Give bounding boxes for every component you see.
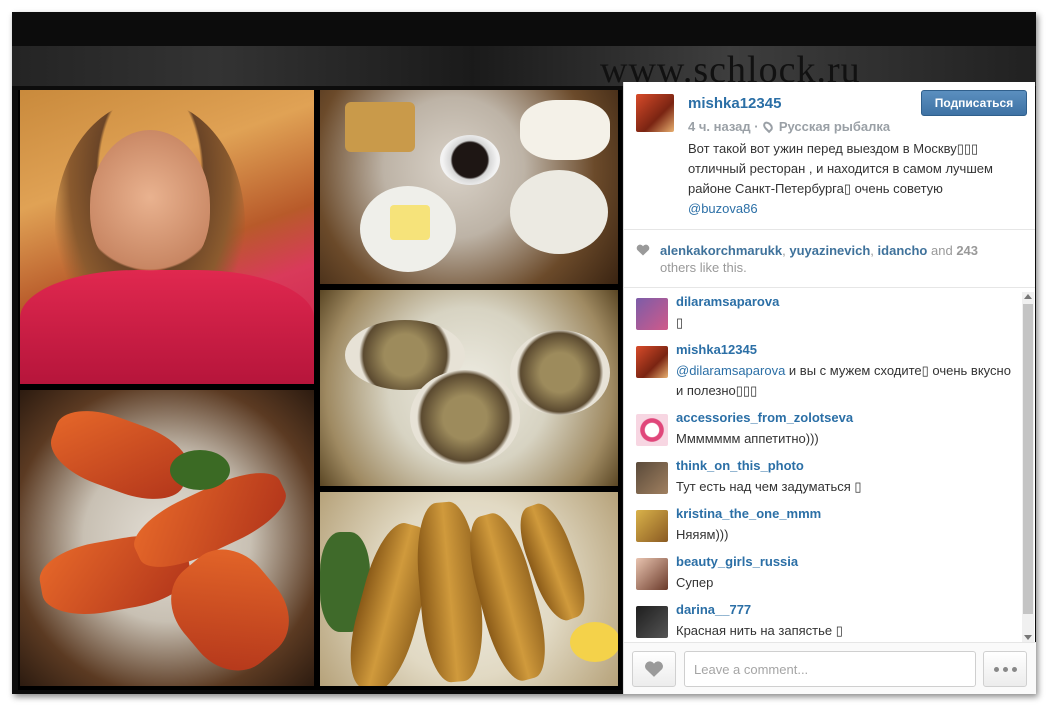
heart-icon [645,661,663,677]
comment-text: Няяям))) [676,527,729,542]
likes-count[interactable]: 243 [956,243,978,258]
commenter-username[interactable]: think_on_this_photo [676,458,804,473]
post-side-panel: mishka12345 Подписаться 4 ч. назад · Рус… [623,82,1036,694]
post-header: mishka12345 Подписаться 4 ч. назад · Рус… [624,82,1035,230]
comment-text: ▯ [676,315,684,330]
commenter-avatar[interactable] [636,346,668,378]
commenter-username[interactable]: kristina_the_one_mmm [676,506,821,521]
more-options-button[interactable] [983,651,1027,687]
caption-text: Вот такой вот ужин перед выездом в Москв… [688,141,993,196]
liker-link[interactable]: yuyazinevich [789,243,870,258]
photo-tile-caviar [320,90,618,284]
commenter-username[interactable]: beauty_girls_russia [676,554,798,569]
photo-tile-crayfish [20,390,314,686]
background-strip [12,46,1036,86]
likes-and: and [931,243,953,258]
photo-tile-oysters [320,290,618,486]
comment-text: Тут есть над чем задуматься ▯ [676,479,862,494]
author-username[interactable]: mishka12345 [688,95,781,112]
comment-footer [624,642,1036,694]
commenter-username[interactable]: mishka12345 [676,342,757,357]
post-location[interactable]: Русская рыбалка [779,119,890,134]
commenter-avatar[interactable] [636,558,668,590]
commenter-avatar[interactable] [636,510,668,542]
comments-list[interactable]: dilaramsaparova ▯ mishka12345 @dilaramsa… [624,288,1036,642]
comments-scrollbar[interactable] [1022,292,1034,642]
like-button[interactable] [632,651,676,687]
comment-text: Супер [676,575,714,590]
scroll-up-arrow-icon[interactable] [1024,294,1032,299]
commenter-username[interactable]: darina__777 [676,602,751,617]
likes-text: alenkakorchmarukk, yuyazinevich, idancho… [660,243,979,275]
scrollbar-thumb[interactable] [1023,304,1033,614]
comment-text: @dilaramsaparova и вы с мужем сходите▯ о… [676,361,1016,401]
likes-suffix: others like this. [660,260,747,275]
photo-tile-fish [320,492,618,686]
commenter-avatar[interactable] [636,298,668,330]
scroll-down-arrow-icon[interactable] [1024,635,1032,640]
post-caption: Вот такой вот ужин перед выездом в Москв… [688,139,1018,219]
more-dots-icon [993,666,999,672]
commenter-avatar[interactable] [636,606,668,638]
author-avatar[interactable] [636,94,674,132]
photo-tile-selfie [20,90,314,384]
liker-link[interactable]: idancho [878,243,928,258]
commenter-avatar[interactable] [636,414,668,446]
follow-button[interactable]: Подписаться [921,90,1027,116]
location-pin-icon [761,119,775,134]
comment-input[interactable] [684,651,976,687]
post-photo-collage[interactable] [18,90,622,690]
commenter-username[interactable]: accessories_from_zolotseva [676,410,853,425]
liker-link[interactable]: alenkakorchmarukk [660,243,782,258]
heart-icon [636,244,650,256]
post-meta: 4 ч. назад · Русская рыбалка [688,119,890,134]
comment-mention[interactable]: @dilaramsaparova [676,363,785,378]
comment-text: Ммммммм аппетитно))) [676,431,819,446]
comment-text: Красная нить на запястье ▯ [676,623,843,638]
likes-section: alenkakorchmarukk, yuyazinevich, idancho… [624,230,1035,288]
commenter-avatar[interactable] [636,462,668,494]
commenter-username[interactable]: dilaramsaparova [676,294,779,309]
caption-mention[interactable]: @buzova86 [688,199,1018,219]
meta-separator: · [754,119,759,134]
post-time[interactable]: 4 ч. назад [688,119,751,134]
